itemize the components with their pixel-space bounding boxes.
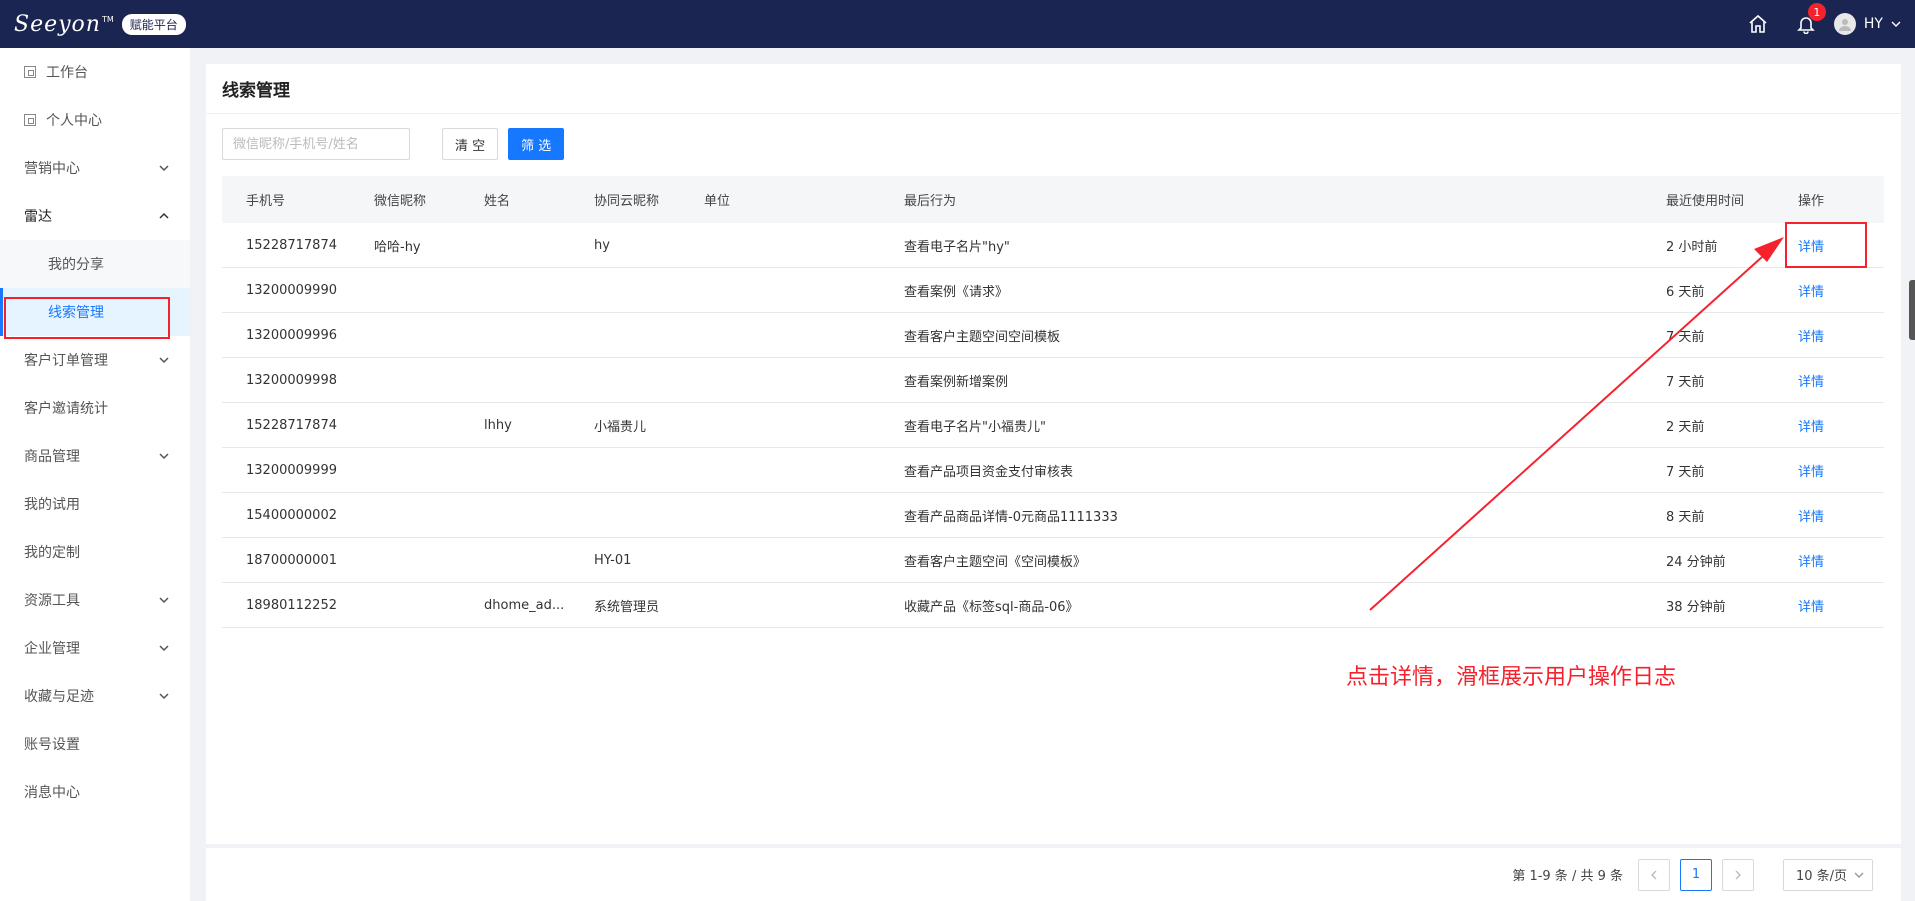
- prev-page-button[interactable]: [1638, 858, 1670, 891]
- pagination-bar: 第 1-9 条 / 共 9 条 1 10 条/页: [206, 848, 1901, 901]
- annotation-arrow-head: [1754, 237, 1784, 262]
- page-size-value: 10 条/页: [1796, 869, 1848, 884]
- annotation-text: 点击详情，滑框展示用户操作日志: [1346, 665, 1677, 690]
- pagination-summary: 第 1-9 条 / 共 9 条: [1512, 869, 1623, 884]
- page-size-select[interactable]: 10 条/页: [1783, 858, 1873, 891]
- chevron-left-icon: [1651, 870, 1657, 879]
- page-button-current[interactable]: 1: [1680, 858, 1712, 891]
- side-scroll-handle[interactable]: [1909, 280, 1915, 340]
- chevron-right-icon: [1735, 870, 1741, 879]
- next-page-button[interactable]: [1722, 858, 1754, 891]
- annotation-arrow: [1369, 237, 1784, 611]
- annotation-arrow-line: [1369, 247, 1773, 611]
- chevron-down-icon: [1854, 872, 1864, 878]
